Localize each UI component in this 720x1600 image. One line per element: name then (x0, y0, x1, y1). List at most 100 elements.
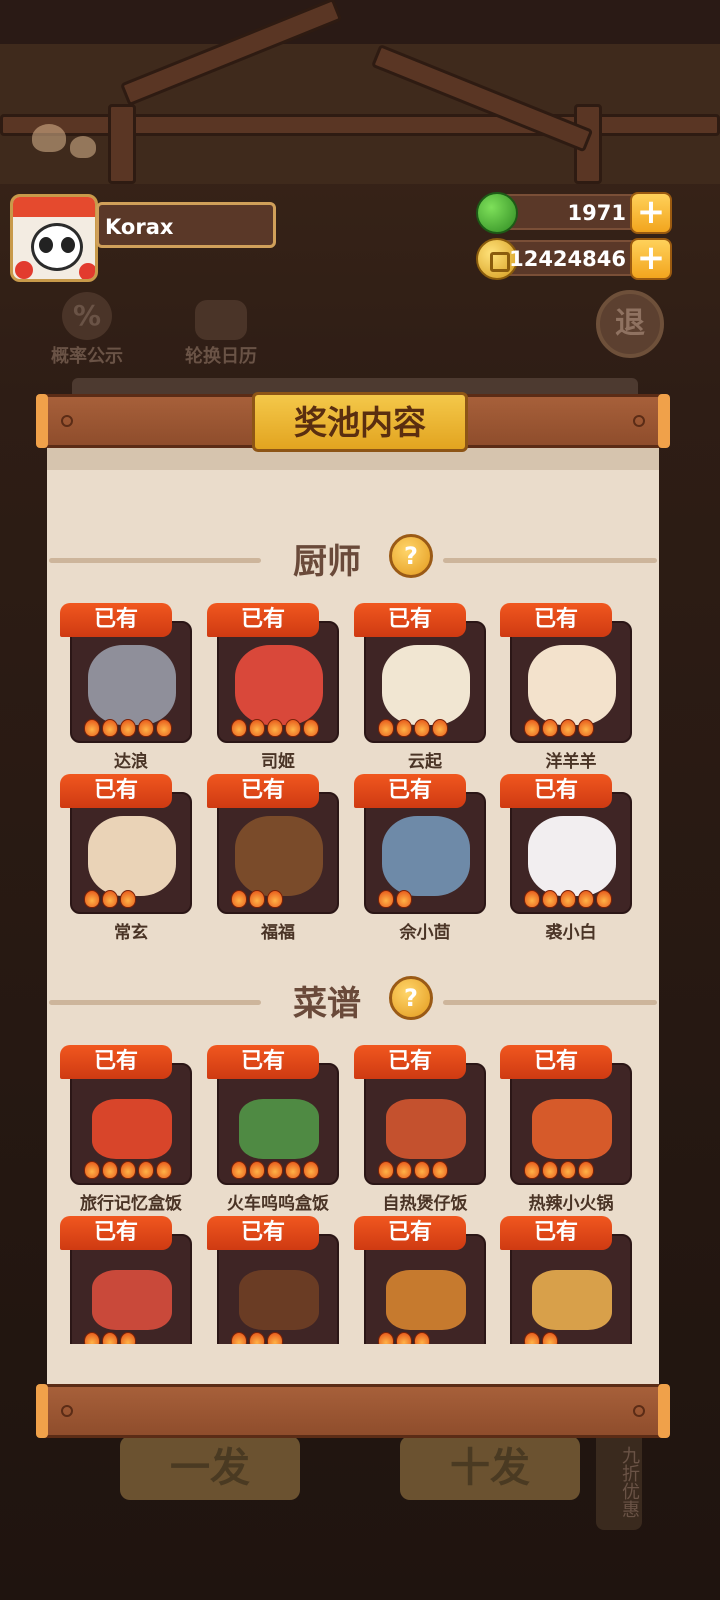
avatar-flower (15, 261, 33, 279)
chef-name: 佘小茴 (399, 923, 451, 943)
owned-badge: 已有 (354, 1045, 466, 1079)
plank-cap (36, 1384, 48, 1438)
flame-icon (102, 890, 118, 908)
character-illustration (235, 645, 323, 725)
owned-badge: 已有 (60, 774, 172, 808)
divider-line (49, 558, 261, 563)
owned-badge: 已有 (60, 1045, 172, 1079)
flame-icon (120, 890, 136, 908)
flame-icon (396, 890, 412, 908)
dish-illustration (386, 1099, 466, 1159)
probability-button: % 概率公示 (42, 292, 132, 368)
flame-icon (138, 1161, 154, 1179)
roof-post (108, 104, 136, 184)
nail-icon (61, 1405, 73, 1417)
character-illustration (235, 816, 323, 896)
player-avatar[interactable] (10, 194, 98, 282)
add-coin-button[interactable]: + (630, 238, 672, 280)
flame-icon (378, 890, 394, 908)
flame-icon (303, 1161, 319, 1179)
flame-icon (267, 1161, 283, 1179)
character-illustration (88, 816, 176, 896)
flame-icon (156, 719, 172, 737)
flame-icon (231, 890, 247, 908)
probability-label: 概率公示 (51, 346, 123, 367)
star-rating (84, 719, 172, 737)
chef-name: 司姬 (261, 752, 295, 772)
chef-portrait (510, 621, 632, 743)
chef-name: 常玄 (114, 923, 148, 943)
recipe-name: 热辣小火锅 (528, 1194, 614, 1214)
star-rating (378, 1161, 448, 1179)
chef-name: 裘小白 (545, 923, 597, 943)
chef-portrait (70, 621, 192, 743)
flame-icon (560, 890, 576, 908)
flame-icon (267, 890, 283, 908)
roof-rafter (120, 0, 343, 107)
recipe-portrait (510, 1063, 632, 1185)
dish-illustration (532, 1099, 612, 1159)
owned-badge: 已有 (500, 774, 612, 808)
flame-icon (120, 1161, 136, 1179)
flame-icon (414, 719, 430, 737)
dish-illustration (532, 1270, 612, 1330)
nail-icon (633, 1405, 645, 1417)
flame-icon (249, 1161, 265, 1179)
add-jade-button[interactable]: + (630, 192, 672, 234)
flame-icon (414, 1161, 430, 1179)
recipe-help-button[interactable]: ? (389, 976, 433, 1020)
recipe-portrait (364, 1234, 486, 1356)
recipe-portrait (510, 1234, 632, 1356)
flame-icon (524, 890, 540, 908)
flame-icon (267, 719, 283, 737)
divider-line (443, 1000, 657, 1005)
flame-icon (156, 1161, 172, 1179)
chef-portrait (217, 621, 339, 743)
flame-icon (432, 719, 448, 737)
star-rating (84, 890, 136, 908)
recipe-name: 旅行记忆盒饭 (80, 1194, 182, 1214)
star-rating (378, 719, 448, 737)
jade-amount: 1971 (567, 201, 626, 225)
divider-line (49, 1000, 261, 1005)
divider-line (443, 558, 657, 563)
flame-icon (120, 719, 136, 737)
star-rating (524, 719, 594, 737)
dish-illustration (386, 1270, 466, 1330)
player-name: Korax (96, 202, 276, 248)
plank-cap (36, 394, 48, 448)
chef-name: 洋羊羊 (545, 752, 597, 772)
chef-help-button[interactable]: ? (389, 534, 433, 578)
owned-badge: 已有 (354, 1216, 466, 1250)
owned-badge: 已有 (207, 774, 319, 808)
flame-icon (102, 1161, 118, 1179)
owned-badge: 已有 (354, 774, 466, 808)
flame-icon (524, 719, 540, 737)
coin-currency-bar: 12424846 + (476, 238, 672, 280)
nail-icon (633, 415, 645, 427)
percent-icon: % (62, 292, 112, 340)
flame-icon (396, 719, 412, 737)
flame-icon (84, 719, 100, 737)
flame-icon (542, 719, 558, 737)
chef-section-title: 厨师 (293, 542, 361, 582)
recipe-portrait (364, 1063, 486, 1185)
discount-tag: 九折优惠 (596, 1430, 642, 1530)
pull-one-button: 一发 (120, 1436, 300, 1500)
avatar-eye (39, 237, 53, 253)
chef-name: 达浪 (114, 752, 148, 772)
character-illustration (382, 645, 470, 725)
flame-icon (396, 1161, 412, 1179)
plank-cap (658, 394, 670, 448)
flame-icon (231, 1161, 247, 1179)
flame-icon (249, 719, 265, 737)
nail-icon (61, 415, 73, 427)
recipe-portrait (217, 1063, 339, 1185)
chef-section-header: 厨师 ? (47, 534, 659, 584)
roof-rafter (371, 44, 594, 153)
back-button: 退 (596, 290, 664, 358)
roof-background (0, 0, 720, 184)
flame-icon (578, 1161, 594, 1179)
owned-badge: 已有 (354, 603, 466, 637)
flame-icon (285, 719, 301, 737)
